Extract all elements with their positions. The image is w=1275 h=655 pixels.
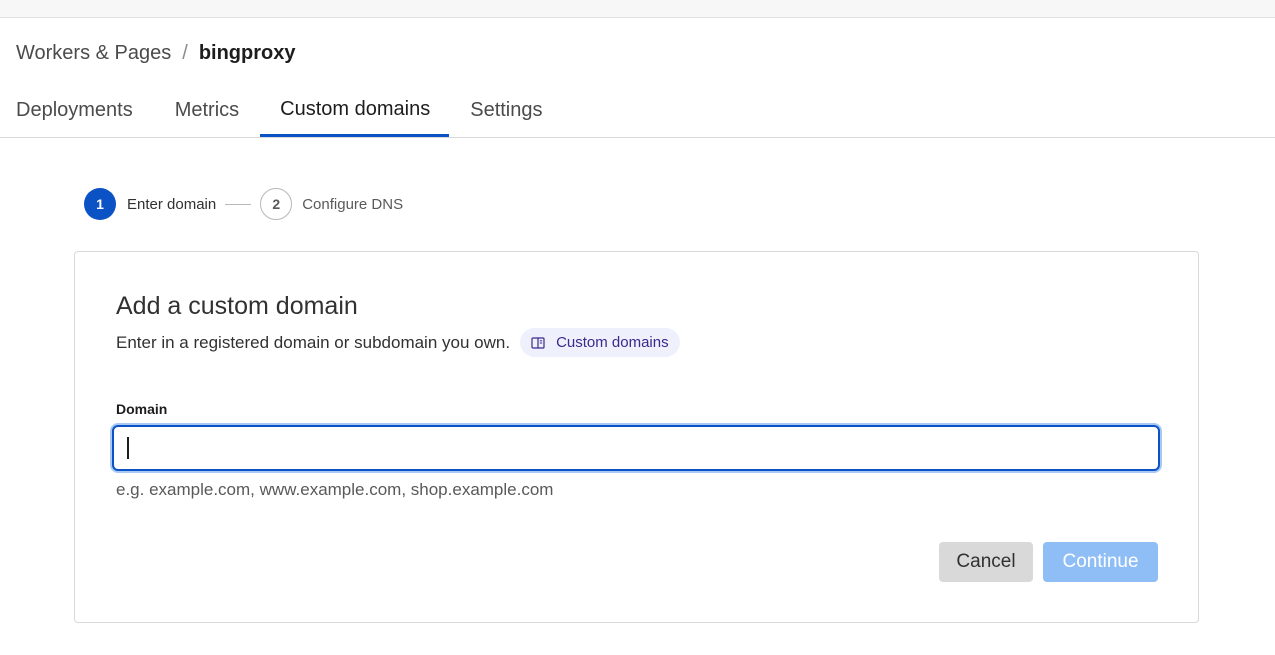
tab-settings[interactable]: Settings <box>449 84 563 137</box>
tab-metrics[interactable]: Metrics <box>154 84 260 137</box>
card-description: Enter in a registered domain or subdomai… <box>116 332 511 352</box>
domain-field-label: Domain <box>116 401 168 417</box>
custom-domains-docs-link[interactable]: Custom domains <box>520 328 680 357</box>
step-connector <box>225 203 252 205</box>
step-1-label: Enter domain <box>127 195 217 213</box>
breadcrumb-current: bingproxy <box>198 42 296 64</box>
tab-custom-domains[interactable]: Custom domains <box>260 84 450 137</box>
book-icon <box>531 336 545 350</box>
card-description-row: Enter in a registered domain or subdomai… <box>116 328 680 357</box>
domain-helper-text: e.g. example.com, www.example.com, shop.… <box>116 480 554 499</box>
step-1-indicator: 1 <box>84 188 116 220</box>
tabs-divider <box>0 137 1275 138</box>
add-custom-domain-card: Add a custom domain Enter in a registere… <box>74 251 1199 623</box>
continue-button[interactable]: Continue <box>1043 542 1158 582</box>
domain-input[interactable] <box>112 425 1160 471</box>
cancel-button[interactable]: Cancel <box>939 542 1033 582</box>
tab-bar: Deployments Metrics Custom domains Setti… <box>0 84 564 137</box>
step-2-indicator: 2 <box>260 188 293 220</box>
card-title: Add a custom domain <box>116 292 358 320</box>
step-2-label: Configure DNS <box>302 195 404 213</box>
breadcrumb-workers-pages-link[interactable]: Workers & Pages <box>16 40 171 66</box>
breadcrumb: Workers & Pages / bingproxy <box>16 40 295 66</box>
top-bar <box>0 0 1275 18</box>
tab-deployments[interactable]: Deployments <box>0 84 154 137</box>
text-caret <box>127 437 129 459</box>
breadcrumb-separator: / <box>182 42 188 64</box>
docs-link-label: Custom domains <box>556 334 669 351</box>
stepper: 1 Enter domain 2 Configure DNS <box>84 188 403 220</box>
